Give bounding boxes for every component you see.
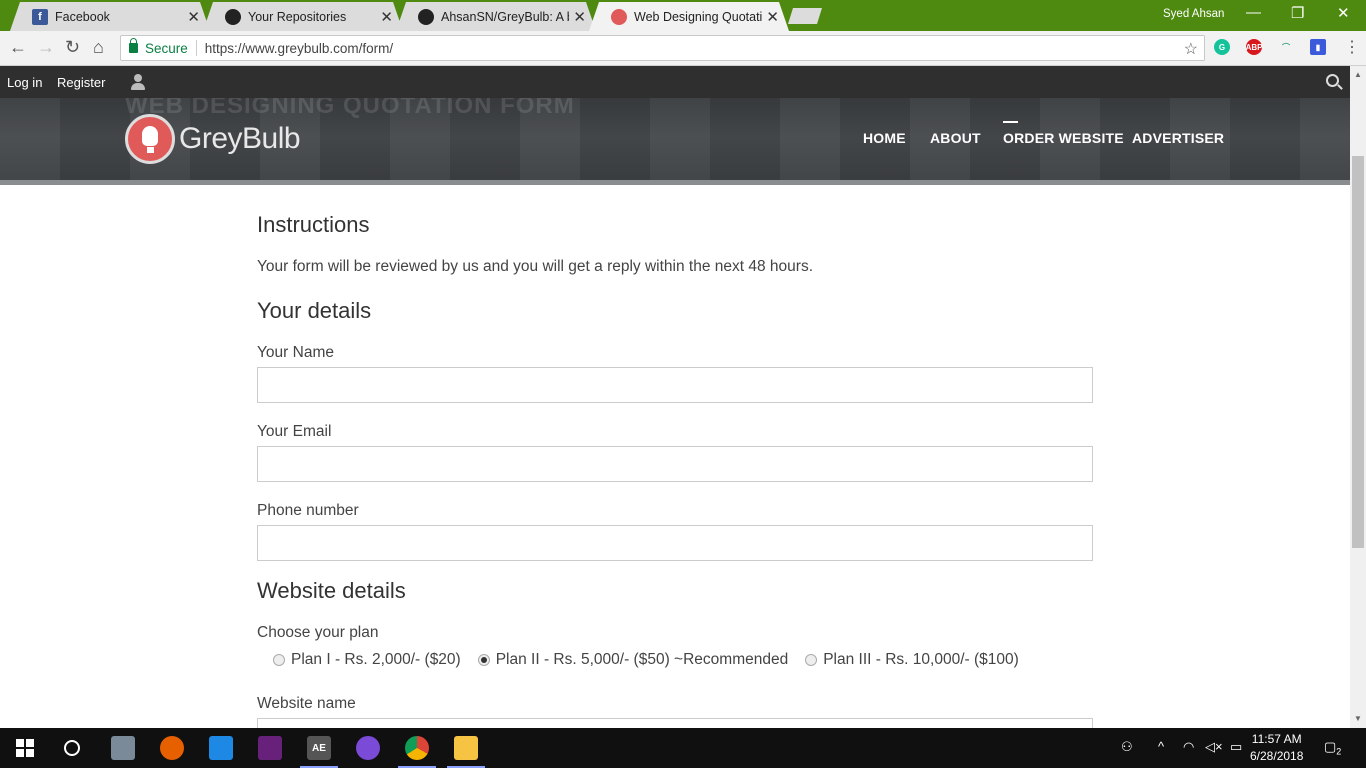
- tab-title: Web Designing Quotation: [634, 9, 763, 24]
- back-icon[interactable]: ←: [9, 37, 27, 58]
- lightbulb-logo-icon: [125, 114, 175, 164]
- site-logo[interactable]: GreyBulb: [125, 114, 301, 164]
- page-scrollbar[interactable]: ▲ ▼: [1350, 66, 1366, 728]
- search-icon[interactable]: [1326, 74, 1339, 87]
- reload-icon[interactable]: ↻: [65, 37, 80, 58]
- name-field[interactable]: [257, 367, 1093, 403]
- close-tab-icon[interactable]: ✕: [187, 8, 200, 26]
- close-tab-icon[interactable]: ✕: [766, 8, 779, 26]
- plan-2-label: Plan II - Rs. 5,000/- ($50) ~Recommended: [495, 651, 789, 668]
- tab-title: Facebook: [55, 9, 110, 24]
- people-icon[interactable]: ⚇: [1121, 739, 1133, 755]
- website-details-heading: Website details: [257, 578, 406, 603]
- visual-studio-icon[interactable]: [258, 736, 282, 760]
- lock-icon: [129, 38, 138, 53]
- plan-1-label: Plan I - Rs. 2,000/- ($20): [291, 651, 461, 668]
- plan-1-radio[interactable]: [273, 654, 285, 666]
- cortana-search-icon[interactable]: [60, 736, 84, 760]
- chrome-icon[interactable]: [405, 736, 429, 760]
- volume-muted-icon[interactable]: ◁×: [1205, 739, 1223, 755]
- instructions-text: Your form will be reviewed by us and you…: [257, 258, 813, 275]
- extension-icon[interactable]: ⌒: [1278, 39, 1294, 55]
- menu-icon[interactable]: ⋮: [1344, 37, 1360, 57]
- logo-text: GreyBulb: [179, 122, 301, 155]
- task-view-icon[interactable]: [111, 736, 135, 760]
- plan-2-option[interactable]: Plan II - Rs. 5,000/- ($50) ~Recommended: [477, 651, 789, 669]
- clock-time: 11:57 AM: [1251, 732, 1302, 746]
- after-effects-icon[interactable]: AE: [307, 736, 331, 760]
- details-heading: Your details: [257, 298, 372, 323]
- tab-your-repositories[interactable]: Your Repositories ✕: [203, 2, 403, 31]
- plan-label: Choose your plan: [257, 624, 379, 641]
- home-icon[interactable]: ⌂: [93, 37, 104, 58]
- facebook-icon: f: [32, 8, 48, 25]
- windows-taskbar: AE ⚇ ^ ◠ ◁× ▭ 11:57 AM 6/28/2018 ▢2: [0, 728, 1366, 768]
- github-icon: [225, 8, 241, 25]
- browser-toolbar: ← → ↻ ⌂ Secure https://www.greybulb.com/…: [0, 31, 1366, 66]
- show-hidden-icons-icon[interactable]: ^: [1158, 739, 1164, 754]
- nav-order-website[interactable]: ORDER WEBSITE: [1003, 121, 1124, 146]
- greybulb-icon: [611, 8, 627, 25]
- bookmark-star-icon[interactable]: ☆: [1184, 39, 1198, 59]
- grammarly-icon[interactable]: G: [1214, 39, 1230, 55]
- login-link[interactable]: Log in: [7, 75, 42, 90]
- plan-3-radio[interactable]: [805, 654, 818, 666]
- close-tab-icon[interactable]: ✕: [573, 8, 586, 26]
- email-label: Your Email: [257, 423, 332, 440]
- address-bar[interactable]: Secure https://www.greybulb.com/form/ ☆: [120, 35, 1205, 61]
- firefox-icon[interactable]: [160, 736, 184, 760]
- notifications-icon[interactable]: ▢2: [1324, 739, 1341, 757]
- notification-count: 2: [1336, 746, 1342, 757]
- file-explorer-icon[interactable]: [454, 736, 478, 760]
- site-header: WEB DESIGNING QUOTATION FORM GreyBulb HO…: [0, 98, 1350, 185]
- adblock-icon[interactable]: ABP: [1246, 39, 1262, 55]
- website-name-label: Website name: [257, 695, 356, 712]
- clock-date: 6/28/2018: [1250, 749, 1304, 763]
- system-clock[interactable]: 11:57 AM 6/28/2018: [1250, 731, 1303, 765]
- scroll-up-icon[interactable]: ▲: [1354, 70, 1362, 79]
- tab-title: Your Repositories: [248, 9, 347, 24]
- tab-web-designing-quotation[interactable]: Web Designing Quotation ✕: [589, 2, 789, 31]
- nav-home[interactable]: HOME: [863, 130, 906, 146]
- windows-start-icon[interactable]: [13, 736, 37, 760]
- nav-about[interactable]: ABOUT: [930, 130, 981, 146]
- url-text[interactable]: https://www.greybulb.com/form/: [205, 41, 393, 56]
- forward-icon[interactable]: →: [37, 37, 55, 58]
- new-tab-button[interactable]: [788, 8, 822, 24]
- window-user-name[interactable]: Syed Ahsan: [1163, 8, 1224, 20]
- scroll-down-icon[interactable]: ▼: [1354, 714, 1362, 723]
- plan-1-option[interactable]: Plan I - Rs. 2,000/- ($20): [273, 651, 461, 669]
- instructions-heading: Instructions: [257, 212, 370, 237]
- user-icon[interactable]: [131, 74, 145, 90]
- minimize-icon[interactable]: —: [1246, 4, 1261, 21]
- close-window-icon[interactable]: ✕: [1337, 4, 1350, 22]
- plan-radio-group: Plan I - Rs. 2,000/- ($20) Plan II - Rs.…: [273, 651, 1036, 669]
- secure-label: Secure: [145, 40, 188, 56]
- github-icon: [418, 8, 434, 25]
- github-desktop-icon[interactable]: [356, 736, 380, 760]
- browser-tab-strip: f Facebook ✕ Your Repositories ✕ AhsanSN…: [0, 0, 1366, 31]
- phone-label: Phone number: [257, 502, 359, 519]
- divider: [195, 40, 197, 56]
- name-label: Your Name: [257, 344, 334, 361]
- extension-icon[interactable]: ▮: [1310, 39, 1326, 55]
- restore-icon[interactable]: ❐: [1291, 4, 1304, 22]
- nav-advertiser[interactable]: ADVERTISER: [1132, 130, 1224, 146]
- battery-icon[interactable]: ▭: [1230, 739, 1242, 755]
- close-tab-icon[interactable]: ✕: [380, 8, 393, 26]
- plan-2-radio[interactable]: [477, 654, 490, 666]
- tab-facebook[interactable]: f Facebook ✕: [10, 2, 210, 31]
- tab-title: AhsanSN/GreyBulb: A bu: [441, 9, 570, 24]
- scrollbar-thumb[interactable]: [1352, 156, 1364, 548]
- plan-3-label: Plan III - Rs. 10,000/- ($100): [823, 651, 1019, 668]
- plan-3-option[interactable]: Plan III - Rs. 10,000/- ($100): [805, 651, 1019, 669]
- network-icon[interactable]: ◠: [1183, 739, 1194, 755]
- site-top-bar: Log in Register: [0, 66, 1350, 98]
- tab-greybulb-repo[interactable]: AhsanSN/GreyBulb: A bu ✕: [396, 2, 596, 31]
- monitor-app-icon[interactable]: [209, 736, 233, 760]
- email-field[interactable]: [257, 446, 1093, 482]
- register-link[interactable]: Register: [57, 75, 105, 90]
- phone-field[interactable]: [257, 525, 1093, 561]
